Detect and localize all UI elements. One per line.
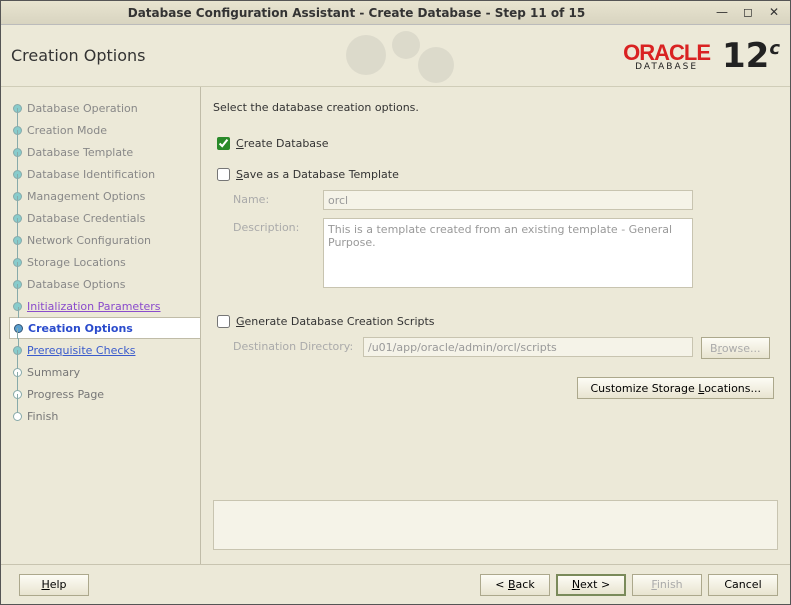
brand-version: 12c [722, 36, 780, 76]
wizard-step-label: Summary [27, 366, 80, 379]
wizard-step-database-identification[interactable]: Database Identification [9, 163, 200, 185]
wizard-step-creation-options[interactable]: Creation Options [9, 317, 201, 339]
wizard-step-label: Creation Options [28, 322, 133, 335]
window-title: Database Configuration Assistant - Creat… [7, 6, 706, 20]
template-desc-row: Description: [233, 218, 778, 288]
generate-scripts-label: Generate Database Creation Scripts [236, 315, 435, 328]
titlebar: Database Configuration Assistant - Creat… [1, 1, 790, 25]
template-name-input [323, 190, 693, 210]
close-icon[interactable]: ✕ [764, 5, 784, 21]
customize-storage-button[interactable]: Customize Storage Locations... [577, 377, 774, 399]
create-database-checkbox[interactable] [217, 137, 230, 150]
gears-watermark-icon [336, 25, 536, 87]
generate-scripts-checkbox[interactable] [217, 315, 230, 328]
footer: Help < Back Next > Finish Cancel [1, 564, 790, 604]
wizard-step-label: Management Options [27, 190, 145, 203]
wizard-step-prerequisite-checks[interactable]: Prerequisite Checks [9, 339, 200, 361]
destination-row: Destination Directory: Browse... [233, 337, 778, 359]
template-name-row: Name: [233, 190, 778, 210]
message-area [213, 500, 778, 550]
wizard-step-network-configuration[interactable]: Network Configuration [9, 229, 200, 251]
generate-scripts-option[interactable]: Generate Database Creation Scripts [213, 312, 778, 331]
cancel-button[interactable]: Cancel [708, 574, 778, 596]
wizard-step-database-template[interactable]: Database Template [9, 141, 200, 163]
wizard-step-label: Database Options [27, 278, 125, 291]
brand-logo: ORACLE DATABASE 12c [623, 36, 780, 76]
finish-button: Finish [632, 574, 702, 596]
instruction-text: Select the database creation options. [213, 101, 778, 114]
wizard-step-progress-page: Progress Page [9, 383, 200, 405]
header: Creation Options ORACLE DATABASE 12c [1, 25, 790, 87]
create-database-option[interactable]: Create Database [213, 134, 778, 153]
template-name-label: Name: [233, 190, 323, 206]
page-title: Creation Options [11, 46, 146, 65]
save-template-option[interactable]: Save as a Database Template [213, 165, 778, 184]
browse-button: Browse... [701, 337, 770, 359]
wizard-step-label: Database Credentials [27, 212, 145, 225]
wizard-step-creation-mode[interactable]: Creation Mode [9, 119, 200, 141]
maximize-icon[interactable]: ◻ [738, 5, 758, 21]
wizard-step-database-credentials[interactable]: Database Credentials [9, 207, 200, 229]
wizard-step-label: Database Operation [27, 102, 138, 115]
wizard-step-label: Finish [27, 410, 58, 423]
wizard-step-management-options[interactable]: Management Options [9, 185, 200, 207]
wizard-step-label: Database Template [27, 146, 133, 159]
save-template-checkbox[interactable] [217, 168, 230, 181]
wizard-step-summary: Summary [9, 361, 200, 383]
wizard-step-database-operation[interactable]: Database Operation [9, 97, 200, 119]
window: Database Configuration Assistant - Creat… [0, 0, 791, 605]
wizard-step-label: Prerequisite Checks [27, 344, 135, 357]
wizard-step-label: Creation Mode [27, 124, 107, 137]
help-button[interactable]: Help [19, 574, 89, 596]
next-button[interactable]: Next > [556, 574, 626, 596]
destination-label: Destination Directory: [233, 337, 363, 353]
wizard-step-label: Database Identification [27, 168, 155, 181]
minimize-icon[interactable]: — [712, 5, 732, 21]
create-database-label: Create Database [236, 137, 329, 150]
main-panel: Select the database creation options. Cr… [201, 87, 790, 564]
wizard-step-finish: Finish [9, 405, 200, 427]
wizard-step-initialization-parameters[interactable]: Initialization Parameters [9, 295, 200, 317]
template-desc-label: Description: [233, 218, 323, 234]
destination-input [363, 337, 693, 357]
brand-subtext: DATABASE [635, 62, 698, 72]
wizard-step-label: Progress Page [27, 388, 104, 401]
wizard-steps-sidebar: Database Operation Creation Mode Database … [1, 87, 201, 564]
template-desc-textarea [323, 218, 693, 288]
wizard-step-database-options[interactable]: Database Options [9, 273, 200, 295]
wizard-step-label: Network Configuration [27, 234, 151, 247]
wizard-step-label: Initialization Parameters [27, 300, 161, 313]
wizard-step-storage-locations[interactable]: Storage Locations [9, 251, 200, 273]
save-template-label: Save as a Database Template [236, 168, 399, 181]
wizard-step-label: Storage Locations [27, 256, 126, 269]
back-button[interactable]: < Back [480, 574, 550, 596]
